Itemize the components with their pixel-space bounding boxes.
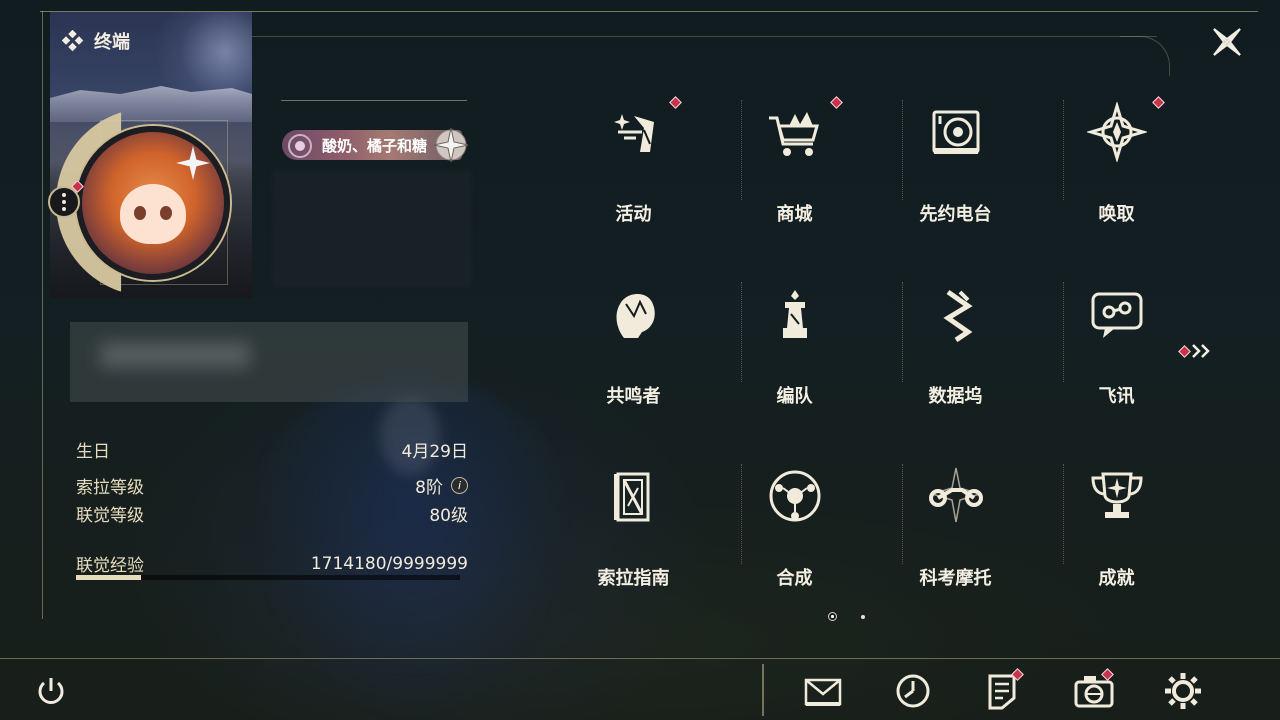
gear-button[interactable] bbox=[1160, 668, 1206, 714]
diamond-grid-icon bbox=[62, 30, 84, 52]
avatar[interactable] bbox=[76, 126, 230, 280]
stat-sola-level: 索拉等级 8阶 i bbox=[76, 473, 468, 498]
menu-item-activity[interactable]: 活动 bbox=[553, 80, 714, 262]
avatar-face bbox=[120, 184, 186, 244]
page-indicator bbox=[828, 612, 865, 621]
info-icon[interactable]: i bbox=[451, 477, 468, 494]
bottom-divider bbox=[0, 658, 1280, 659]
blurred-signature-area bbox=[272, 170, 472, 288]
menu-item-label: 先约电台 bbox=[919, 204, 992, 225]
next-page-button[interactable] bbox=[1178, 340, 1222, 362]
stat-label: 联觉经验 bbox=[76, 556, 144, 576]
banner-rock bbox=[50, 86, 252, 122]
frame-left-line bbox=[42, 11, 43, 619]
stat-label: 生日 bbox=[76, 442, 110, 462]
window-title-text: 终端 bbox=[94, 32, 130, 53]
notification-dot bbox=[669, 96, 682, 109]
message-chat-icon bbox=[1091, 292, 1142, 338]
avatar-flower bbox=[176, 146, 210, 180]
blurred-id-area bbox=[70, 322, 468, 402]
frame-inner-line bbox=[252, 36, 1157, 37]
power-button[interactable] bbox=[28, 668, 74, 714]
name-badge[interactable]: 酸奶、橘子和糖 bbox=[282, 126, 469, 164]
menu-item-label: 商城 bbox=[776, 204, 813, 225]
menu-item-label: 编队 bbox=[776, 386, 813, 407]
menu-item-synthesis[interactable]: 合成 bbox=[714, 444, 875, 626]
trophy-icon bbox=[1090, 472, 1143, 518]
camera-button[interactable] bbox=[1070, 668, 1116, 714]
resonator-icon bbox=[616, 293, 655, 338]
activity-icon bbox=[613, 114, 654, 152]
menu-item-radio[interactable]: 先约电台 bbox=[875, 80, 1036, 262]
synthesis-icon bbox=[769, 470, 820, 522]
double-chevron-right-icon bbox=[1192, 344, 1210, 358]
stat-label: 联觉等级 bbox=[76, 506, 144, 526]
stat-birthday: 生日 4月29日 bbox=[76, 437, 468, 462]
menu-item-data-dock[interactable]: 数据坞 bbox=[875, 262, 1036, 444]
motorbike-icon bbox=[928, 467, 983, 523]
menu-item-label: 成就 bbox=[1098, 568, 1135, 589]
menu-item-message-chat[interactable]: 飞讯 bbox=[1036, 262, 1197, 444]
menu-item-label: 合成 bbox=[776, 568, 813, 589]
radio-icon bbox=[932, 110, 979, 154]
stat-value: 8阶 bbox=[415, 478, 443, 498]
notification-dot bbox=[1152, 96, 1165, 109]
badge-swirl-icon bbox=[288, 134, 312, 158]
page-dot-active[interactable] bbox=[828, 612, 837, 621]
close-icon bbox=[1213, 28, 1241, 56]
stat-union-level: 联觉等级 80级 bbox=[76, 501, 468, 526]
bottom-separator bbox=[762, 664, 764, 716]
exp-progress-bar bbox=[76, 575, 460, 580]
menu-item-resonator[interactable]: 共鸣者 bbox=[553, 262, 714, 444]
menu-item-motorbike[interactable]: 科考摩托 bbox=[875, 444, 1036, 626]
exp-progress-fill bbox=[76, 575, 142, 580]
menu-item-label: 活动 bbox=[615, 204, 652, 225]
gear-icon bbox=[1165, 673, 1201, 709]
stat-value: 80级 bbox=[429, 506, 468, 526]
clock-button[interactable] bbox=[890, 668, 936, 714]
menu-item-summon-compass[interactable]: 唤取 bbox=[1036, 80, 1197, 262]
stat-label: 索拉等级 bbox=[76, 478, 144, 498]
summon-compass-icon bbox=[1086, 102, 1147, 162]
terminal-screen: 终端 酸奶、橘子和糖 生日 4月29日 索拉等级 8阶 i 联觉等级 80级 联… bbox=[0, 0, 1280, 720]
menu-item-label: 飞讯 bbox=[1098, 386, 1135, 407]
clock-icon bbox=[896, 674, 930, 708]
menu-item-trophy[interactable]: 成就 bbox=[1036, 444, 1197, 626]
page-dot[interactable] bbox=[861, 614, 865, 619]
menu-item-shop-cart[interactable]: 商城 bbox=[714, 80, 875, 262]
star-emblem-icon bbox=[433, 127, 469, 163]
power-icon bbox=[38, 678, 64, 704]
window-title: 终端 bbox=[62, 28, 130, 54]
guide-book-icon bbox=[613, 472, 649, 522]
data-dock-icon bbox=[942, 289, 973, 343]
name-divider bbox=[281, 100, 467, 101]
menu-item-label: 共鸣者 bbox=[606, 386, 661, 407]
menu-item-team-chess[interactable]: 编队 bbox=[714, 262, 875, 444]
menu-item-label: 数据坞 bbox=[928, 386, 983, 407]
close-button[interactable] bbox=[1196, 14, 1258, 70]
mail-button[interactable] bbox=[800, 668, 846, 714]
stat-union-exp: 联觉经验 1714180/9999999 bbox=[76, 551, 468, 577]
shop-cart-icon bbox=[768, 112, 819, 156]
menu-grid: 活动 商城 先约电台 唤取共鸣者 编队 数据坞 飞讯索拉指南 合成 科考摩托 成就 bbox=[553, 80, 1197, 620]
notes-button[interactable] bbox=[980, 668, 1026, 714]
profile-more-button[interactable] bbox=[48, 186, 80, 218]
stat-value: 4月29日 bbox=[401, 442, 468, 462]
team-chess-icon bbox=[782, 290, 807, 338]
stat-value: 1714180/9999999 bbox=[310, 553, 468, 574]
menu-item-label: 唤取 bbox=[1098, 204, 1135, 225]
player-name: 酸奶、橘子和糖 bbox=[322, 136, 428, 155]
mail-icon bbox=[804, 678, 842, 706]
notification-dot bbox=[830, 96, 843, 109]
menu-item-label: 科考摩托 bbox=[919, 568, 992, 589]
menu-item-label: 索拉指南 bbox=[597, 568, 670, 589]
menu-item-guide-book[interactable]: 索拉指南 bbox=[553, 444, 714, 626]
